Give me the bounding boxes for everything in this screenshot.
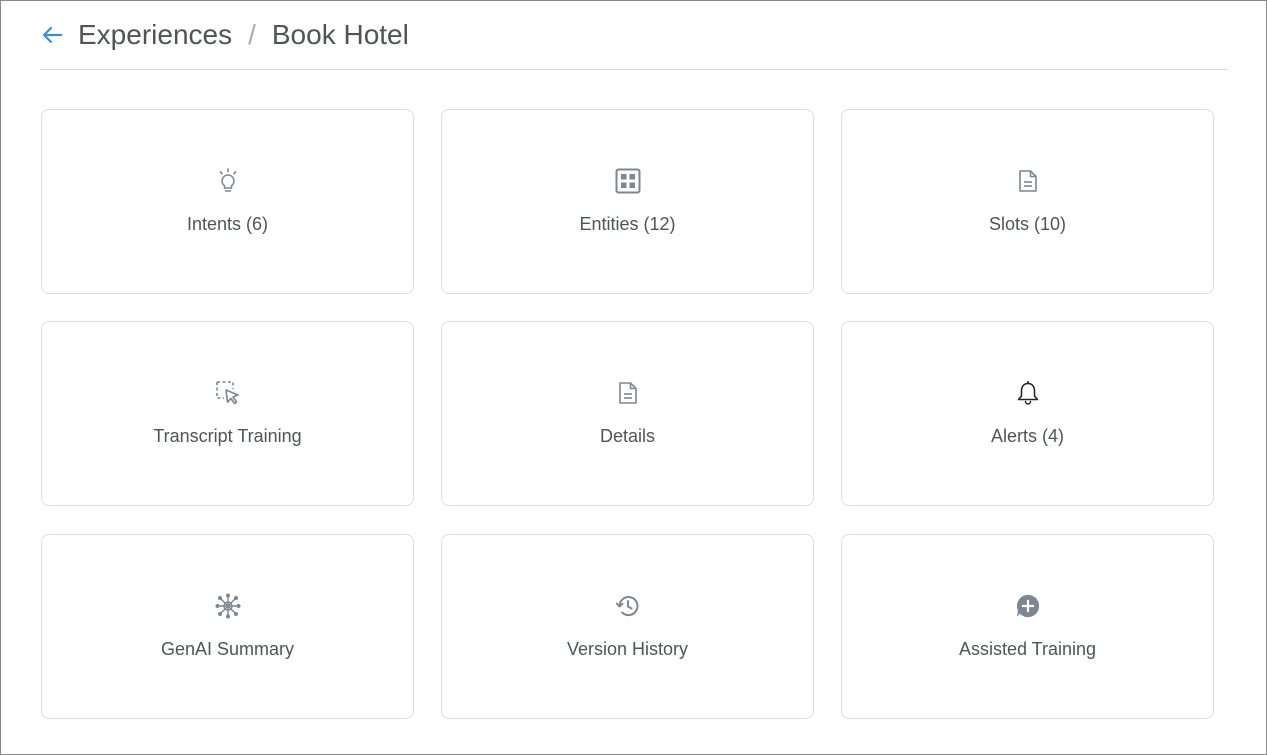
card-label: Intents (6) [186,214,269,234]
arrow-left-icon [42,26,63,44]
card-slots[interactable]: Slots (10) [841,109,1214,294]
history-icon [615,593,641,619]
card-assisted-training[interactable]: Assisted Training [841,534,1214,719]
card-label: GenAI Summary [160,639,295,659]
card-intents[interactable]: Intents (6) [41,109,414,294]
chat-plus-icon [1015,593,1041,619]
card-version-history[interactable]: Version History [441,534,814,719]
page-title: Book Hotel [271,19,409,50]
breadcrumb-experiences[interactable]: Experiences [78,17,232,53]
document-icon [615,380,641,406]
card-transcript-training[interactable]: Transcript Training [41,321,414,506]
cursor-selection-icon [215,380,241,406]
card-genai-summary[interactable]: GenAI Summary [41,534,414,719]
card-entities[interactable]: Entities (12) [441,109,814,294]
breadcrumb: Experiences / Book Hotel [78,17,409,53]
card-label: Details [599,426,656,446]
card-label: Alerts (4) [990,426,1064,446]
card-label: Entities (12) [579,214,676,234]
bell-icon [1015,380,1041,406]
grid-box-icon [615,168,641,194]
breadcrumb-separator: / [248,19,256,50]
card-label: Version History [566,639,689,659]
card-alerts[interactable]: Alerts (4) [841,321,1214,506]
network-icon [215,593,241,619]
card-label: Transcript Training [153,426,302,446]
app-frame: Experiences / Book Hotel Intents (6) Ent… [0,0,1267,755]
back-button[interactable] [40,23,64,47]
card-label: Assisted Training [958,639,1097,659]
card-details[interactable]: Details [441,321,814,506]
lightbulb-icon [215,168,241,194]
card-label: Slots (10) [988,214,1067,234]
page-header: Experiences / Book Hotel [40,17,1228,70]
document-icon [1015,168,1041,194]
